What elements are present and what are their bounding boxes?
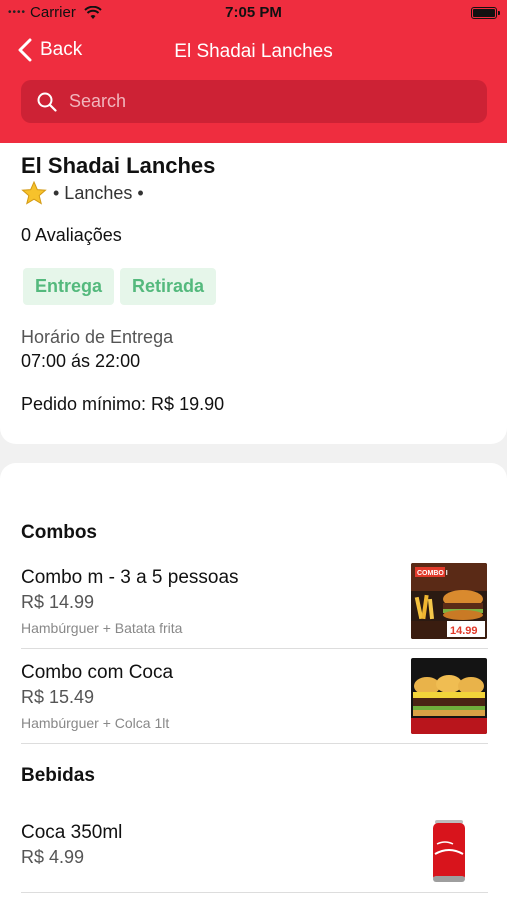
image-price-text: 14.99 bbox=[450, 625, 478, 637]
item-description: Hambúrguer + Batata frita bbox=[21, 620, 183, 636]
item-price: R$ 15.49 bbox=[21, 687, 95, 707]
menu-card: Combos Combo m - 3 a 5 pessoas R$ 14.99 … bbox=[0, 463, 507, 900]
search-icon bbox=[37, 92, 57, 112]
item-description: Hambúrguer + Colca 1lt bbox=[21, 715, 170, 731]
menu-item[interactable]: Combo com Coca R$ 15.49 Hambúrguer + Col… bbox=[0, 658, 507, 753]
restaurant-category: • Lanches • bbox=[53, 182, 144, 203]
status-bar: •••• Carrier 7:05 PM bbox=[0, 0, 507, 26]
section-title-bebidas: Bebidas bbox=[21, 765, 95, 786]
star-icon bbox=[21, 181, 47, 205]
header: •••• Carrier 7:05 PM Back El Shadai Lanc… bbox=[0, 0, 507, 143]
item-price: R$ 4.99 bbox=[21, 847, 85, 867]
menu-item[interactable]: Combo m - 3 a 5 pessoas R$ 14.99 Hambúrg… bbox=[0, 563, 507, 658]
search-bar[interactable] bbox=[21, 80, 487, 123]
restaurant-meta: • Lanches • bbox=[21, 181, 144, 205]
item-divider bbox=[21, 743, 488, 744]
item-price: R$ 14.99 bbox=[21, 592, 95, 612]
page-title: El Shadai Lanches bbox=[174, 41, 333, 62]
minimum-order: Pedido mínimo: R$ 19.90 bbox=[21, 394, 225, 414]
item-name: Coca 350ml bbox=[21, 822, 123, 843]
item-divider bbox=[21, 648, 488, 649]
tag-pickup: Retirada bbox=[120, 268, 217, 305]
service-tags: Entrega Retirada bbox=[23, 268, 217, 305]
burgers-image bbox=[411, 658, 487, 734]
hours-label: Horário de Entrega bbox=[21, 327, 174, 347]
search-input[interactable] bbox=[69, 91, 469, 112]
hours-value: 07:00 ás 22:00 bbox=[21, 351, 141, 371]
section-title-combos: Combos bbox=[21, 522, 97, 543]
reviews-count[interactable]: 0 Avaliações bbox=[21, 225, 122, 246]
battery-icon bbox=[471, 7, 500, 19]
navigation-bar: Back El Shadai Lanches bbox=[0, 26, 507, 78]
image-badge-text: COMBO I bbox=[417, 570, 448, 577]
item-name: Combo m - 3 a 5 pessoas bbox=[21, 567, 239, 588]
combo-burger-image: COMBO I 14.99 bbox=[411, 563, 487, 639]
coca-can-image bbox=[411, 814, 487, 890]
menu-item[interactable]: Coca 350ml R$ 4.99 bbox=[0, 814, 507, 900]
restaurant-name: El Shadai Lanches bbox=[21, 153, 216, 178]
status-time: 7:05 PM bbox=[225, 4, 282, 21]
restaurant-info-card: El Shadai Lanches • Lanches • 0 Avaliaçõ… bbox=[0, 143, 507, 444]
tag-delivery: Entrega bbox=[23, 268, 115, 305]
item-name: Combo com Coca bbox=[21, 662, 174, 683]
item-divider bbox=[21, 892, 488, 893]
